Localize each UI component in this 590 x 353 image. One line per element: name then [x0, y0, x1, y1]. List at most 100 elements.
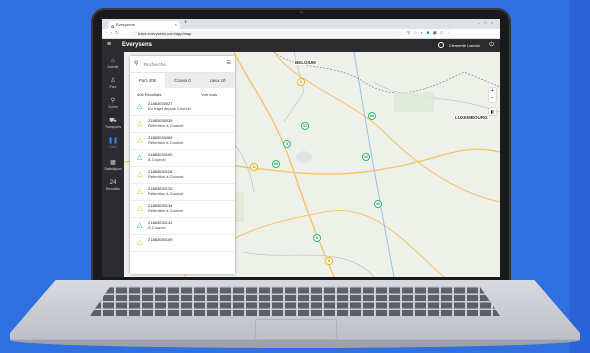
zoom-out-button[interactable]: −: [489, 95, 496, 102]
url-field[interactable]: track.everysens.com/app/map: [132, 30, 402, 37]
trackpad: [255, 319, 337, 340]
sidebar-item-label: Activité: [107, 65, 119, 69]
laptop-foot: [10, 340, 580, 348]
map-label-belgium: BELGIUM: [294, 60, 317, 65]
window-controls[interactable]: –□×: [478, 20, 497, 25]
truck-icon: ⛟: [109, 118, 117, 124]
pause-icon: ❚❚: [107, 138, 119, 144]
panel-tabs: Parc 406 Convoi 0 Lieux 10: [130, 73, 235, 88]
app-header: ≡ Everysens Clemente Lacroix ⏻: [102, 39, 500, 52]
map-cluster-marker[interactable]: 35: [374, 200, 382, 208]
asset-status: À Courcel: [148, 225, 166, 230]
result-count: 406 Résultats: [137, 92, 162, 97]
list-item[interactable]: △ 21883030134 Rétention à Courcel: [130, 201, 235, 218]
asset-status: Rétention à Courcel: [148, 174, 184, 179]
status-triangle-icon: △: [137, 188, 143, 195]
close-tab-icon[interactable]: ×: [175, 21, 177, 29]
status-triangle-icon: △: [137, 205, 143, 212]
map-cluster-marker[interactable]: 6: [297, 78, 305, 86]
map-cluster-marker[interactable]: 85: [272, 160, 280, 168]
avatar[interactable]: [438, 42, 444, 48]
status-triangle-icon: △: [137, 137, 143, 144]
address-bar: ‹›↻ track.everysens.com/app/map ⚲☆◐■▣◇⋮: [102, 29, 500, 39]
sidebar-item-4[interactable]: ⛟ Transports: [102, 118, 124, 129]
person-icon: ♙: [110, 78, 116, 84]
map-cluster-marker[interactable]: 66: [368, 112, 376, 120]
status-triangle-icon: △: [137, 171, 143, 178]
browser-tab-title: Everysens: [116, 22, 135, 27]
user-name[interactable]: Clemente Lacroix: [449, 43, 480, 48]
browser-tab-bar: ✿ Everysens × + –□×: [102, 19, 500, 29]
status-triangle-icon: △: [137, 239, 143, 246]
asset-status: En trajet depuis Courcel: [148, 106, 191, 111]
sidebar-item-7[interactable]: 24 Résultats: [102, 180, 124, 191]
home-icon: ⌂: [111, 58, 115, 64]
sidebar-item-label: Résultats: [105, 187, 121, 191]
new-tab-icon[interactable]: +: [184, 20, 188, 26]
tab-lieux[interactable]: Lieux 10: [200, 73, 235, 88]
list-item[interactable]: △ 21883030159: [130, 235, 235, 252]
layers-icon[interactable]: ◧: [489, 108, 496, 115]
sidebar-item-label: Transports: [104, 125, 122, 129]
map-cluster-marker[interactable]: 31: [301, 122, 309, 130]
logout-icon[interactable]: ⏻: [489, 42, 494, 49]
sidebar: ⌂ Activité ♙ Parc ⚲ Zones ⛟ Transports ❚❚ Carte ▦ S…: [102, 52, 124, 277]
map-cluster-marker[interactable]: 11: [250, 163, 258, 171]
sidebar-item-1[interactable]: ⌂ Activité: [102, 58, 124, 69]
nav-buttons-icon[interactable]: ‹›↻: [106, 30, 122, 36]
sidebar-item-label: Statistiques: [104, 167, 122, 171]
app-brand: Everysens: [122, 42, 153, 48]
asset-status: À Courcel: [148, 157, 166, 162]
list-item[interactable]: △ 21883030118 Rétention à Courcel: [130, 167, 235, 184]
zone-icon: ⚲: [110, 98, 116, 104]
sidebar-item-3[interactable]: ⚲ Zones: [102, 98, 124, 109]
sidebar-item-6[interactable]: ▦ Statistiques: [102, 160, 124, 171]
menu-icon[interactable]: ≡: [107, 41, 111, 48]
list-item[interactable]: △ 21883030068 Rétention à Courcel: [130, 133, 235, 150]
sort-link[interactable]: Voir tous: [201, 92, 217, 97]
stats-icon: ▦: [110, 160, 116, 166]
time-icon: 24: [109, 180, 117, 186]
map-cluster-marker[interactable]: 10: [362, 153, 370, 161]
map-label-luxembourg: LUXEMBOURG: [454, 115, 489, 120]
tab-convoi[interactable]: Convoi 0: [165, 73, 200, 88]
url-text: track.everysens.com/app/map: [138, 30, 192, 36]
status-triangle-icon: △: [137, 154, 143, 161]
search-icon: ⚲: [134, 61, 139, 67]
asset-status: Rétention à Courcel: [148, 123, 184, 128]
laptop-screen: ✿ Everysens × + –□× ‹›↻ track.everysens.…: [102, 19, 500, 277]
fleet-panel: ⚲ ☰ Parc 406 Convoi 0 Lieux 10 406 Résul…: [130, 56, 235, 274]
sidebar-item-label: Zones: [108, 105, 118, 109]
map-cluster-marker[interactable]: 8: [313, 234, 321, 242]
sidebar-item-5[interactable]: ❚❚ Carte: [102, 138, 124, 149]
search-bar: ⚲ ☰: [130, 56, 235, 73]
sidebar-item-2[interactable]: ♙ Parc: [102, 78, 124, 89]
extensions-icon[interactable]: ⚲☆◐■▣◇⋮: [407, 30, 454, 36]
background-band: [570, 0, 590, 353]
sidebar-item-label: Parc: [109, 85, 117, 89]
filter-icon[interactable]: ☰: [227, 60, 231, 66]
asset-list: △ 21883030027 En trajet depuis Courcel △ 218…: [130, 99, 235, 252]
list-item[interactable]: △ 21883030027 En trajet depuis Courcel: [130, 99, 235, 116]
list-item[interactable]: △ 21883030142 À Courcel: [130, 218, 235, 235]
asset-status: Rétention à Courcel: [148, 140, 184, 145]
sidebar-item-label: Carte: [108, 145, 118, 149]
zoom-in-button[interactable]: +: [489, 88, 496, 95]
search-input[interactable]: [144, 60, 222, 68]
list-item[interactable]: △ 21883030035 Rétention à Courcel: [130, 116, 235, 133]
status-triangle-icon: △: [137, 120, 143, 127]
asset-status: Rétention à Courcel: [148, 191, 184, 196]
list-item[interactable]: △ 21883030100 À Courcel: [130, 150, 235, 167]
webcam: [300, 11, 303, 14]
keyboard-rows: [90, 286, 500, 316]
tab-parc[interactable]: Parc 406: [130, 73, 165, 88]
asset-status: Rétention à Courcel: [148, 208, 184, 213]
map-cluster-marker[interactable]: 5: [283, 140, 291, 148]
asset-id: 21883030159: [148, 237, 173, 242]
status-triangle-icon: △: [137, 103, 143, 110]
list-item[interactable]: △ 21883030126 Rétention à Courcel: [130, 184, 235, 201]
browser-tab[interactable]: ✿ Everysens ×: [108, 21, 180, 29]
zoom-control[interactable]: + −: [489, 88, 496, 102]
status-triangle-icon: △: [137, 222, 143, 229]
map-cluster-marker[interactable]: 5: [325, 257, 333, 265]
